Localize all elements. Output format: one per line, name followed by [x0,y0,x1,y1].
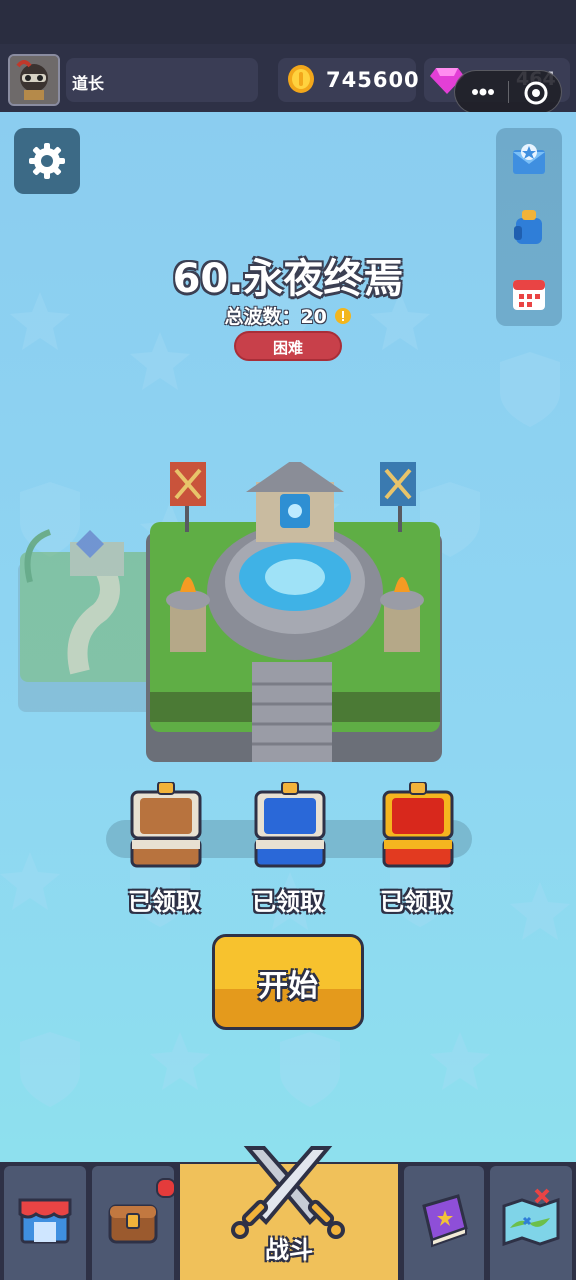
coin-count: 745600 [326,68,420,92]
map-icon [502,1188,560,1247]
start-button[interactable]: 开始 [212,934,364,1030]
total-waves: 总波数：20 [0,302,576,329]
settings-button[interactable] [14,128,80,194]
mail-icon[interactable] [510,140,548,178]
info-icon[interactable] [334,307,352,325]
nav-map[interactable] [490,1166,572,1280]
player-name: 道长 [72,74,105,93]
mini-program-capsule[interactable] [454,70,562,114]
chest-status-1: 已领取 [128,888,200,916]
previous-level-island[interactable] [10,522,160,722]
battle-icon [231,1146,345,1239]
chest-icon-bronze[interactable] [128,782,204,870]
total-waves-label: 总波数：20 [224,306,327,328]
status-strip [0,0,576,44]
gear-icon [29,143,65,179]
book-icon [422,1194,468,1248]
chest-icon [108,1204,158,1244]
avatar-icon [10,56,58,104]
more-dots-icon[interactable] [471,85,495,99]
chest-status-2: 已领取 [252,888,324,916]
close-target-icon[interactable] [523,80,549,106]
chest-icon-red[interactable] [380,782,456,870]
chest-status-3: 已领取 [380,888,452,916]
level-island[interactable] [140,462,450,772]
coin-icon [288,65,314,93]
start-button-label: 开始 [258,969,318,1004]
chest-icon-blue[interactable] [252,782,328,870]
player-avatar[interactable] [8,54,60,106]
shop-icon [18,1198,72,1244]
nav-shop[interactable] [4,1166,86,1280]
notification-dot [156,1178,176,1198]
backpack-icon[interactable] [510,208,548,246]
capsule-divider [508,81,509,103]
level-title: 60.永夜终焉 [172,256,404,302]
difficulty-badge: 困难 [234,331,342,361]
nav-book[interactable] [404,1166,484,1280]
